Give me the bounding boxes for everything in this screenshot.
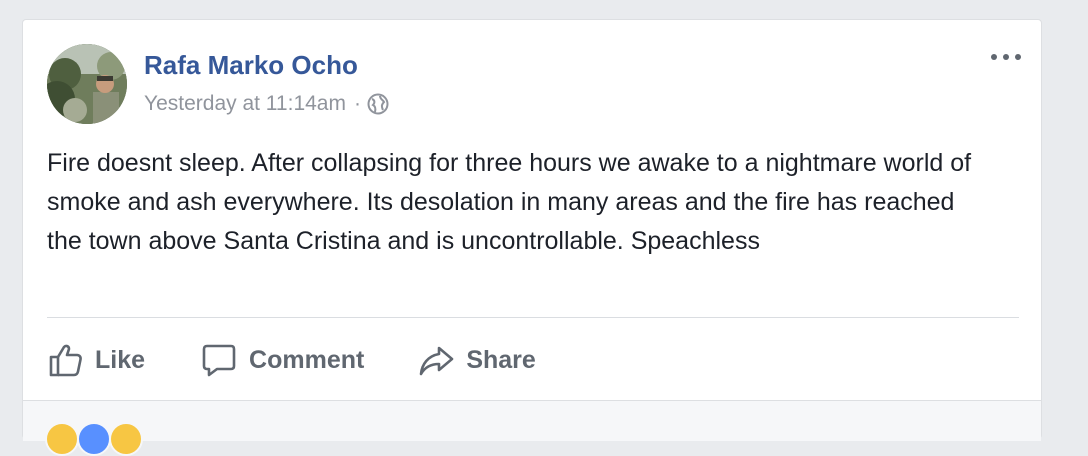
haha-reaction-icon[interactable] <box>45 422 79 456</box>
like-button[interactable]: Like <box>47 342 145 378</box>
like-reaction-icon[interactable] <box>77 422 111 456</box>
more-options-button[interactable] <box>991 48 1021 66</box>
comment-label: Comment <box>249 345 365 374</box>
globe-icon[interactable] <box>367 93 389 115</box>
comment-button[interactable]: Comment <box>201 342 364 378</box>
sad-reaction-icon[interactable] <box>109 422 143 456</box>
action-bar: Like Comment Share <box>47 338 536 382</box>
comment-icon <box>202 344 236 377</box>
divider <box>47 317 1019 318</box>
share-arrow-icon <box>420 346 454 376</box>
post-meta: Yesterday at 11:14am · <box>144 92 389 116</box>
share-label: Share <box>466 345 536 374</box>
meta-separator: · <box>353 92 361 115</box>
thumbs-up-icon <box>49 344 82 377</box>
reactions-footer <box>23 400 1041 456</box>
post-card: Rafa Marko Ocho Yesterday at 11:14am · F… <box>22 19 1042 456</box>
post-text: Fire doesnt sleep. After collapsing for … <box>47 149 972 255</box>
post-timestamp[interactable]: Yesterday at 11:14am <box>144 92 346 116</box>
avatar[interactable] <box>47 44 127 124</box>
more-horizontal-icon <box>991 54 997 60</box>
author-name[interactable]: Rafa Marko Ocho <box>144 50 358 81</box>
share-button[interactable]: Share <box>418 342 536 378</box>
like-label: Like <box>95 345 146 374</box>
